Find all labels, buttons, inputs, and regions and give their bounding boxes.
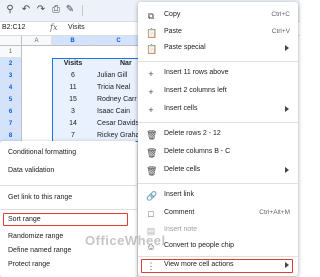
menu-item-sort-range[interactable]: Sort range: [8, 216, 41, 223]
plus-icon: +: [148, 69, 154, 79]
menu-divider: [0, 209, 137, 210]
paint-format-icon[interactable]: ✎: [64, 4, 76, 16]
left-context-menu: Conditional formatting Data validation G…: [0, 141, 137, 277]
menu-item-delete-cells[interactable]: 🗑 Delete cells: [138, 164, 298, 178]
name-cell[interactable]: Tricia Neal: [94, 82, 138, 94]
menu-label: View more cell actions: [164, 261, 234, 268]
redo-icon[interactable]: ↷: [35, 4, 47, 16]
formula-input[interactable]: Visits: [68, 24, 85, 31]
menu-item-insert-link[interactable]: 🔗 Insert link: [138, 189, 298, 203]
paste-icon: 📋: [146, 28, 158, 38]
print-icon[interactable]: ⎙: [50, 4, 62, 16]
visits-cell[interactable]: 14: [53, 118, 93, 130]
visits-cell[interactable]: 6: [53, 70, 93, 82]
menu-item-paste[interactable]: 📋 Paste Ctrl+V: [138, 26, 298, 40]
copy-icon: ⧉: [147, 11, 155, 21]
submenu-arrow-icon: [285, 167, 289, 173]
menu-label: Insert 11 rows above: [164, 69, 229, 76]
menu-divider: [0, 185, 137, 186]
watermark-logo: OfficeWheel: [85, 233, 166, 248]
menu-label: Insert cells: [164, 105, 198, 112]
menu-label: Copy: [164, 11, 181, 18]
column-header-c[interactable]: C: [94, 36, 144, 46]
submenu-arrow-icon: [285, 45, 289, 51]
menu-item-insert-rows[interactable]: + Insert 11 rows above: [138, 67, 298, 81]
visits-header: Visits: [63, 60, 83, 67]
menu-divider: [138, 183, 298, 184]
row-header[interactable]: 4: [0, 82, 22, 94]
submenu-arrow-icon: [285, 106, 289, 112]
shortcut-label: Ctrl+C: [271, 11, 290, 18]
comment-icon: □: [148, 209, 154, 219]
link-icon: 🔗: [146, 191, 158, 201]
fx-icon: fx: [50, 23, 58, 32]
paste-special-icon: 📋: [146, 44, 158, 54]
name-box[interactable]: B2:C12: [2, 24, 25, 31]
menu-label: Convert to people chip: [164, 242, 235, 249]
trash-icon: 🗑: [146, 166, 158, 176]
menu-item-define-named-range[interactable]: Define named range: [8, 247, 71, 254]
menu-label: Insert link: [164, 191, 194, 198]
submenu-arrow-icon: [285, 262, 289, 268]
shortcut-label: Ctrl+Alt+M: [259, 209, 290, 216]
menu-label: Paste special: [164, 44, 206, 51]
visits-cell[interactable]: 15: [53, 94, 93, 106]
menu-divider: [138, 61, 298, 62]
row-header[interactable]: 1: [0, 46, 22, 58]
name-cell[interactable]: Isaac Cain: [94, 106, 138, 118]
row-header[interactable]: 7: [0, 118, 22, 130]
search-icon[interactable]: ⚲: [4, 4, 16, 16]
more-vert-icon: ⋮: [146, 261, 156, 271]
menu-item-protect-range[interactable]: Protect range: [8, 261, 50, 268]
row-header[interactable]: 6: [0, 106, 22, 118]
menu-item-delete-rows[interactable]: 🗑 Delete rows 2 - 12: [138, 128, 298, 142]
row-header[interactable]: 5: [0, 94, 22, 106]
visits-cell[interactable]: 3: [53, 106, 93, 118]
menu-label: Delete rows 2 - 12: [164, 130, 221, 137]
trash-icon: 🗑: [146, 130, 158, 140]
name-cell[interactable]: Cesar Davids: [94, 118, 138, 130]
menu-item-data-validation[interactable]: Data validation: [8, 167, 54, 174]
select-all-corner[interactable]: [0, 36, 22, 46]
menu-item-randomize-range[interactable]: Randomize range: [8, 233, 63, 240]
column-header-a[interactable]: A: [22, 36, 52, 46]
menu-item-insert-cells[interactable]: + Insert cells: [138, 103, 298, 117]
plus-icon: +: [148, 105, 154, 115]
menu-item-conditional-formatting[interactable]: Conditional formatting: [8, 149, 76, 156]
menu-label: Insert note: [164, 226, 198, 233]
menu-divider: [138, 256, 298, 257]
undo-icon[interactable]: ↶: [20, 4, 32, 16]
plus-icon: +: [148, 87, 154, 97]
menu-item-paste-special[interactable]: 📋 Paste special: [138, 42, 298, 56]
name-header: Nar: [120, 60, 132, 67]
visits-cell[interactable]: 11: [53, 82, 93, 94]
trash-icon: 🗑: [146, 148, 158, 158]
column-header-b[interactable]: B: [52, 36, 94, 46]
menu-label: Paste: [164, 28, 182, 35]
toolbar-divider: [82, 5, 83, 16]
menu-item-get-link[interactable]: Get link to this range: [8, 194, 72, 201]
menu-item-insert-columns[interactable]: + Insert 2 columns left: [138, 85, 298, 99]
menu-label: Insert 2 columns left: [164, 87, 227, 94]
menu-item-comment[interactable]: □ Comment Ctrl+Alt+M: [138, 207, 298, 221]
name-cell[interactable]: Julian Gill: [94, 70, 138, 82]
shortcut-label: Ctrl+V: [271, 28, 290, 35]
menu-divider: [138, 122, 298, 123]
menu-label: Delete cells: [164, 166, 201, 173]
row-header[interactable]: 2: [0, 58, 22, 70]
menu-label: Comment: [164, 209, 195, 216]
menu-item-copy[interactable]: ⧉ Copy Ctrl+C: [138, 9, 298, 23]
name-cell[interactable]: Rodney Carr: [94, 94, 138, 106]
menu-item-delete-columns[interactable]: 🗑 Delete columns B - C: [138, 146, 298, 160]
row-header[interactable]: 3: [0, 70, 22, 82]
menu-item-view-more-actions[interactable]: ⋮ View more cell actions: [138, 259, 298, 273]
menu-label: Delete columns B - C: [164, 148, 231, 155]
